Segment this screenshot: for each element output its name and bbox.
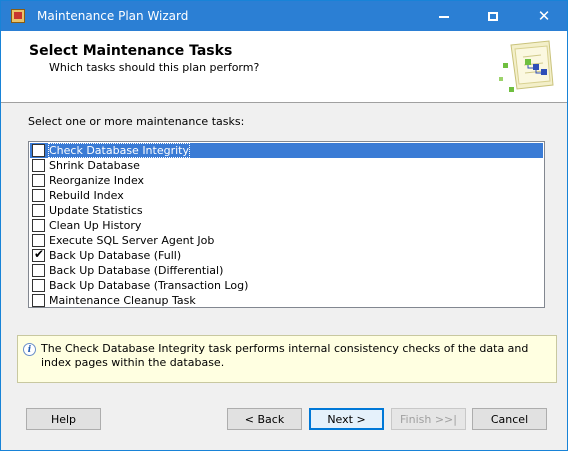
task-checkbox[interactable]	[32, 264, 45, 277]
wizard-window: Maintenance Plan Wizard ✕ Select Mainten…	[0, 0, 568, 451]
task-label: Back Up Database (Full)	[49, 249, 182, 262]
task-checkbox[interactable]	[32, 144, 45, 157]
next-button[interactable]: Next >	[309, 408, 384, 430]
checkmark-icon: ✔	[34, 247, 45, 261]
task-label: Reorganize Index	[49, 174, 145, 187]
task-description-text: The Check Database Integrity task perfor…	[41, 342, 529, 369]
task-label: Execute SQL Server Agent Job	[49, 234, 215, 247]
info-icon: i	[23, 343, 36, 356]
task-label: Shrink Database	[49, 159, 140, 172]
task-checkbox[interactable]: ✔	[32, 247, 45, 262]
task-list-item[interactable]: Reorganize Index	[30, 173, 543, 188]
tasks-prompt: Select one or more maintenance tasks:	[28, 115, 245, 128]
task-list-item[interactable]: Rebuild Index	[30, 188, 543, 203]
task-checkbox[interactable]	[32, 189, 45, 202]
tasks-listbox[interactable]: Check Database Integrity Shrink Database R…	[28, 141, 545, 308]
task-label: Update Statistics	[49, 204, 143, 217]
task-list-item[interactable]: Clean Up History	[30, 218, 543, 233]
task-description-panel: i The Check Database Integrity task perf…	[17, 335, 557, 383]
wizard-header: Select Maintenance Tasks Which tasks sho…	[1, 31, 567, 103]
maximize-icon	[488, 11, 498, 21]
maximize-button[interactable]	[470, 1, 516, 31]
task-label: Clean Up History	[49, 219, 142, 232]
task-list-item[interactable]: Check Database Integrity	[30, 143, 543, 158]
title-bar[interactable]: Maintenance Plan Wizard ✕	[1, 1, 567, 31]
task-label: Back Up Database (Differential)	[49, 264, 224, 277]
task-label: Check Database Integrity	[48, 143, 190, 158]
page-title: Select Maintenance Tasks	[29, 43, 233, 59]
app-icon	[11, 9, 25, 23]
task-list-item[interactable]: ✔ Back Up Database (Full)	[30, 247, 543, 263]
minimize-icon	[439, 16, 449, 18]
help-button[interactable]: Help	[26, 408, 101, 430]
close-icon: ✕	[537, 6, 551, 25]
finish-button[interactable]: Finish >>|	[391, 408, 466, 430]
task-checkbox[interactable]	[32, 174, 45, 187]
task-label: Rebuild Index	[49, 189, 124, 202]
task-list-item[interactable]: Back Up Database (Transaction Log)	[30, 278, 543, 293]
task-list-item[interactable]: Execute SQL Server Agent Job	[30, 233, 543, 248]
task-checkbox[interactable]	[32, 279, 45, 292]
window-title: Maintenance Plan Wizard	[37, 9, 189, 23]
page-subtitle: Which tasks should this plan perform?	[49, 61, 260, 74]
task-checkbox[interactable]	[32, 204, 45, 217]
task-checkbox[interactable]	[32, 234, 45, 247]
task-label: Back Up Database (Transaction Log)	[49, 279, 249, 292]
task-list-item[interactable]: Shrink Database	[30, 158, 543, 173]
task-checkbox[interactable]	[32, 219, 45, 232]
task-label: Maintenance Cleanup Task	[49, 294, 196, 307]
task-list-item[interactable]: Back Up Database (Differential)	[30, 263, 543, 278]
close-button[interactable]: ✕	[521, 1, 567, 31]
task-checkbox[interactable]	[32, 294, 45, 307]
wizard-tasks-icon	[499, 40, 554, 92]
back-button[interactable]: < Back	[227, 408, 302, 430]
minimize-button[interactable]	[421, 1, 467, 31]
task-list-item[interactable]: Maintenance Cleanup Task	[30, 293, 543, 308]
task-checkbox[interactable]	[32, 159, 45, 172]
task-list-item[interactable]: Update Statistics	[30, 203, 543, 218]
cancel-button[interactable]: Cancel	[472, 408, 547, 430]
